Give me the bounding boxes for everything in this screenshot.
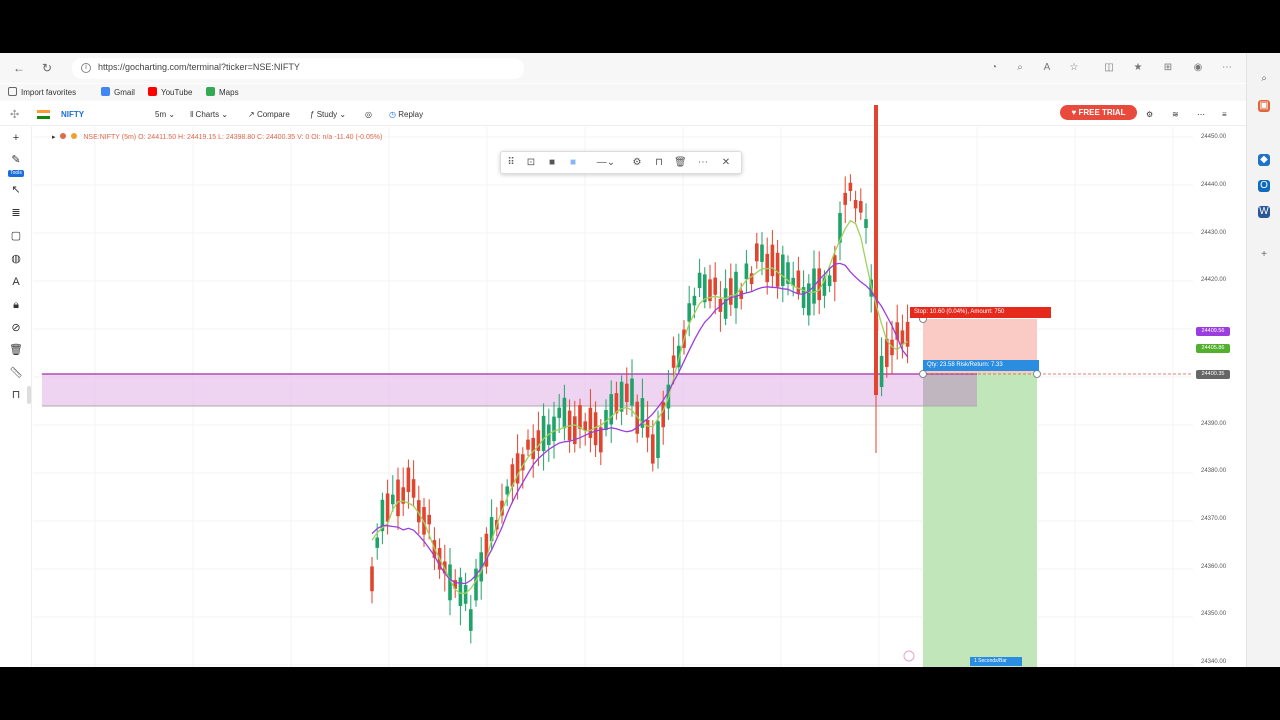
delete-icon[interactable]: 🗑︎: [674, 157, 687, 169]
candle-body: [531, 437, 535, 460]
candle-body: [817, 268, 821, 301]
support-zone: [42, 374, 977, 406]
candle-body: [864, 219, 868, 229]
stop-label[interactable]: Stop: 10.60 (0.04%), Amount: 750: [910, 307, 1051, 318]
candle-body: [770, 244, 775, 277]
candle-body: [583, 421, 587, 431]
candle-body: [651, 434, 655, 464]
candle-body: [775, 252, 780, 287]
template-icon[interactable]: ⊡: [525, 157, 537, 169]
candle-body: [744, 263, 749, 280]
candle-body: [833, 255, 837, 282]
candle-body: [370, 566, 374, 592]
lock-icon[interactable]: ⊓: [653, 157, 665, 169]
price-tick: 24450.00: [1201, 134, 1227, 140]
drag-handle-icon[interactable]: ⠿: [505, 157, 517, 169]
price-tick: 24360.00: [1201, 564, 1227, 570]
candle-body: [687, 303, 691, 322]
candle-body: [853, 199, 858, 209]
chart-canvas[interactable]: [0, 53, 1280, 667]
candle-body: [562, 397, 567, 429]
legend-text: NSE:NIFTY (5m) O: 24411.50 H: 24419.15 L…: [83, 134, 383, 141]
candle-body: [713, 277, 717, 295]
candle-body: [469, 609, 473, 631]
support-zone-overlap: [923, 374, 977, 406]
candle-body: [879, 355, 884, 388]
candle-body: [734, 271, 738, 309]
candle-body: [557, 407, 561, 418]
price-tick: 24340.00: [1201, 659, 1227, 665]
candle-body: [781, 254, 785, 286]
price-tick: 24420.00: [1201, 277, 1227, 283]
ema-fast-line: [371, 219, 908, 594]
candle-body: [625, 383, 629, 403]
legend-dot-icon: [60, 133, 67, 139]
candle-body: [827, 275, 832, 287]
price-label-last: 24400.35: [1196, 370, 1230, 379]
candle-body: [609, 394, 613, 425]
candle-body: [396, 479, 400, 517]
candle-body: [807, 283, 811, 316]
price-label-ema-slow: 24409.56: [1196, 327, 1230, 336]
drawing-toolbar: ⠿ ⊡ ■ ■ —⌄ ⚙ ⊓ 🗑︎ ⋯ ✕: [500, 151, 742, 174]
screen: ← ↻ i https://gocharting.com/terminal?ti…: [0, 0, 1280, 720]
candle-body: [671, 355, 676, 368]
candle-body: [411, 479, 416, 498]
candle-body: [391, 494, 395, 505]
target-zone: [923, 373, 1037, 667]
price-axis[interactable]: 24450.00 24440.00 24430.00 24420.00 2439…: [1193, 127, 1246, 667]
timer-label: 1 Seconds/Bar: [970, 657, 1022, 666]
position-handle: [1033, 370, 1041, 378]
position-handle: [919, 370, 927, 378]
price-label-ema-fast: 24405.86: [1196, 344, 1230, 353]
legend-dot-icon: [71, 133, 78, 139]
candle-body: [755, 243, 759, 262]
candle-body: [729, 278, 733, 305]
candle-body: [619, 381, 624, 412]
close-icon[interactable]: ✕: [720, 157, 732, 169]
candle-body: [645, 419, 650, 438]
candle-body: [578, 405, 582, 429]
candle-body: [526, 439, 530, 450]
candle-body: [406, 467, 411, 492]
candle-body: [760, 244, 764, 262]
candle-body: [859, 201, 863, 213]
candle-body: [848, 182, 853, 192]
price-tick: 24440.00: [1201, 182, 1227, 188]
settings-icon[interactable]: ⚙: [631, 157, 643, 169]
axis-scroll-handle: [27, 386, 31, 404]
candle-body: [885, 338, 889, 368]
price-tick: 24380.00: [1201, 468, 1227, 474]
price-tick: 24430.00: [1201, 230, 1227, 236]
candle-body: [656, 421, 660, 459]
price-tick: 24390.00: [1201, 421, 1227, 427]
line-style-icon[interactable]: —⌄: [595, 157, 617, 169]
candle-body: [723, 288, 728, 319]
qty-label[interactable]: Qty: 23.58 Risk/Return: 7.33: [923, 360, 1039, 371]
candle-body: [692, 295, 697, 306]
candle-body: [385, 493, 390, 522]
candle-body: [843, 192, 847, 205]
candle-body: [552, 416, 556, 441]
candle-body: [697, 272, 702, 289]
candle-body: [900, 330, 905, 345]
browser-window: ← ↻ i https://gocharting.com/terminal?ti…: [0, 53, 1280, 667]
bg-color-icon[interactable]: ■: [567, 157, 579, 169]
cursor-marker: [903, 650, 915, 662]
candle-body: [505, 486, 509, 495]
candle-body: [463, 584, 468, 604]
price-tick: 24370.00: [1201, 516, 1227, 522]
candle-body: [427, 514, 431, 525]
expand-arrow-icon[interactable]: ▸: [52, 134, 56, 141]
candle-body: [541, 415, 546, 452]
candle-body: [630, 378, 634, 406]
ema-slow-line: [371, 262, 909, 585]
more-options-icon[interactable]: ⋯: [697, 157, 709, 169]
candle-body: [375, 537, 379, 548]
candle-body: [599, 427, 603, 453]
price-tick: 24350.00: [1201, 611, 1227, 617]
ohlc-legend: ▸ NSE:NIFTY (5m) O: 24411.50 H: 24419.15…: [52, 133, 382, 141]
fill-color-icon[interactable]: ■: [546, 157, 558, 169]
candle-body: [796, 270, 801, 294]
